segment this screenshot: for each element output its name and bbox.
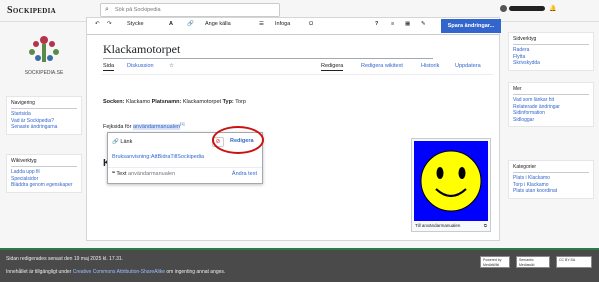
menu-icon[interactable]: ≡ — [391, 21, 394, 27]
undo-icon[interactable]: ↶ — [95, 21, 100, 27]
infobox-line[interactable]: Socken: Klackamo Platsnamn: Klackamotorp… — [103, 99, 246, 105]
logo-caption: SOCKIPEDIA.SE — [25, 70, 64, 76]
more-item-related[interactable]: Relaterade ändringar — [513, 104, 589, 111]
chain-icon: 🔗 — [112, 139, 119, 145]
footer-stripe — [0, 248, 599, 250]
watch-star-icon[interactable]: ☆ — [169, 63, 174, 69]
portlet-title: Kategorier — [513, 164, 589, 173]
redo-icon[interactable]: ↷ — [107, 21, 112, 27]
portlet-title: Wikiverktyg — [11, 158, 77, 167]
tabs-divider — [101, 74, 493, 75]
smiley-image[interactable] — [414, 141, 488, 221]
footer: Sidan redigerades senast den 19 maj 2025… — [0, 248, 599, 282]
portlet-title: Navigering — [11, 100, 77, 109]
popup-divider — [108, 167, 262, 168]
category-torp[interactable]: Torp i Klackamo — [513, 182, 589, 189]
mediawiki-badge[interactable]: Powered by MediaWiki — [480, 256, 510, 268]
cite-dropdown[interactable]: Ange källa — [205, 21, 231, 27]
change-text-button[interactable]: Ändra text — [232, 171, 257, 177]
thumb-caption[interactable]: Till användarmanualen — [415, 223, 460, 228]
page-options-icon[interactable]: ▦ — [405, 21, 410, 27]
pencil-icon[interactable]: ✎ — [421, 21, 426, 27]
insert-dropdown[interactable]: Infoga — [275, 21, 290, 27]
enlarge-icon[interactable]: ⧉ — [484, 223, 487, 228]
cc-license-badge[interactable]: CC BY-SA — [556, 256, 592, 268]
semantic-mediawiki-badge[interactable]: Semantic Mediawiki — [516, 256, 550, 268]
tool-item-upload[interactable]: Ladda upp fil — [11, 169, 77, 176]
link-text-row: ❝ Text användarmanualen — [112, 171, 175, 177]
highlight-circle — [212, 126, 264, 154]
text-style-icon[interactable]: A — [169, 21, 173, 27]
portlet-title: Sidverktyg — [513, 36, 589, 45]
page-tool-delete[interactable]: Radera — [513, 47, 589, 54]
nav-item-startsida[interactable]: Startsida — [11, 111, 77, 118]
site-logo[interactable]: SOCKIPEDIA.SE — [20, 28, 68, 80]
tab-sida[interactable]: Sida — [103, 63, 115, 71]
more-item-links-here[interactable]: Vad som länkar hit — [513, 97, 589, 104]
page-tools-portlet: Sidverktyg Radera Flytta Skrivskydda — [508, 32, 594, 71]
more-item-logs[interactable]: Sidloggar — [513, 117, 589, 124]
link-label: Länk — [120, 139, 133, 145]
page-tool-move[interactable]: Flytta — [513, 54, 589, 61]
portlet-title: Mer — [513, 86, 589, 95]
site-name[interactable]: Sockipedia — [7, 5, 56, 16]
search-icon: ⌕ — [105, 6, 109, 13]
nav-item-vad-ar[interactable]: Vad är Sockipedia? — [11, 118, 77, 125]
image-thumbnail[interactable]: Till användarmanualen ⧉ — [411, 138, 491, 232]
reference-marker[interactable]: [1] — [180, 121, 184, 126]
editor-area: ↶ ↷ Stycke A 🔗 Ange källa ☰ Infoga Ω ? ≡… — [86, 17, 501, 241]
editor-toolbar: ↶ ↷ Stycke A 🔗 Ange källa ☰ Infoga Ω ? ≡… — [87, 18, 501, 35]
category-utan-koordinat[interactable]: Plats utan koordinat — [513, 188, 589, 195]
wiki-tools-portlet: Wikiverktyg Ladda upp fil Specialsidor B… — [6, 154, 82, 193]
nav-item-senaste[interactable]: Senaste ändringarna — [11, 124, 77, 131]
category-plats[interactable]: Plats i Klackamo — [513, 175, 589, 182]
tab-uppdatera[interactable]: Uppdatera — [455, 63, 481, 69]
page-tabs: Sida Diskussion ☆ Redigera Redigera wiki… — [87, 63, 499, 73]
categories-portlet: Kategorier Plats i Klackamo Torp i Klack… — [508, 160, 594, 199]
link-target[interactable]: Bruksanvisning:AttBidraTillSockipedia — [112, 154, 204, 160]
save-button[interactable]: Spara ändringar... — [441, 19, 501, 33]
more-portlet: Mer Vad som länkar hit Relaterade ändrin… — [508, 82, 594, 128]
tab-redigera[interactable]: Redigera — [321, 63, 344, 71]
page-tool-protect[interactable]: Skrivskydda — [513, 60, 589, 67]
last-edited-text: Sidan redigerades senast den 19 maj 2025… — [6, 256, 124, 262]
username-redacted — [509, 6, 545, 11]
quote-icon: ❝ — [112, 171, 115, 177]
link-label-row: 🔗 Länk — [112, 139, 132, 145]
link-icon[interactable]: 🔗 — [187, 21, 194, 27]
search-box[interactable]: ⌕ — [100, 3, 280, 17]
page-title[interactable]: Klackamotorpet — [103, 42, 433, 59]
tool-item-browse[interactable]: Bläddra genom egenskaper — [11, 182, 77, 189]
user-menu[interactable]: 🔔 — [500, 5, 556, 12]
bell-icon[interactable]: 🔔 — [549, 6, 556, 12]
navigation-portlet: Navigering Startsida Vad är Sockipedia? … — [6, 96, 82, 135]
link-text-value: användarmanualen — [128, 171, 176, 177]
tab-redigera-wikitext[interactable]: Redigera wikitext — [361, 63, 403, 69]
selected-link[interactable]: användarmanualen — [132, 123, 181, 130]
more-item-info[interactable]: Sidinformation — [513, 110, 589, 117]
user-icon — [500, 5, 507, 12]
paragraph-format-dropdown[interactable]: Stycke — [127, 21, 144, 27]
tab-historik[interactable]: Historik — [421, 63, 439, 69]
license-link[interactable]: Creative Commons Attribution-ShareAlike — [73, 269, 165, 275]
tool-item-special[interactable]: Specialsidor — [11, 176, 77, 183]
special-char-icon[interactable]: Ω — [309, 21, 313, 27]
tab-diskussion[interactable]: Diskussion — [127, 63, 154, 69]
body-text-line[interactable]: Fejksida för användarmanualen[1] — [103, 121, 185, 130]
text-label: Text — [116, 171, 127, 177]
search-input[interactable] — [115, 5, 275, 15]
help-icon[interactable]: ? — [375, 21, 378, 27]
list-icon[interactable]: ☰ — [259, 21, 264, 27]
license-text: Innehållet är tillgängligt under Creativ… — [6, 269, 226, 275]
